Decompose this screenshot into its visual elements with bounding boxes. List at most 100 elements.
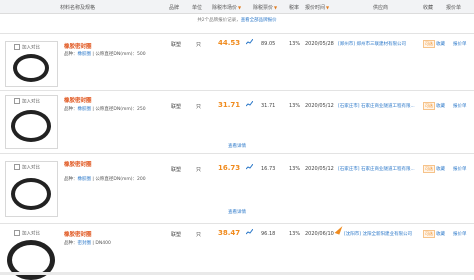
variety-value[interactable]: 橡胶圈	[78, 177, 92, 182]
date-cell: 2020/05/28	[305, 41, 334, 47]
compare-checkbox[interactable]: 加入对比	[14, 44, 40, 51]
trend-chart-icon[interactable]	[246, 229, 253, 235]
compare-label: 加入对比	[22, 231, 40, 237]
trend-chart-icon[interactable]	[246, 101, 253, 107]
variety-label: 品种：	[64, 177, 78, 182]
product-image[interactable]: 加入对比	[5, 227, 58, 280]
tax-rate-cell: 13%	[289, 166, 301, 172]
brand-note: 共2个品牌报价记录，查看全部品牌报价	[0, 17, 474, 27]
trend-chart-icon[interactable]	[246, 39, 253, 45]
view-details-link[interactable]: 查看详情	[0, 143, 474, 149]
col-tax-price-label: 除税票价	[253, 5, 274, 11]
product-image[interactable]: 加入对比	[5, 41, 58, 87]
select-badge[interactable]: 可选	[423, 230, 435, 238]
col-name: 材料名称及规格	[60, 5, 96, 11]
market-price: 31.71	[218, 101, 241, 109]
col-market-price-label: 除税市场价	[212, 5, 238, 11]
col-report: 报价单	[446, 5, 462, 11]
compare-checkbox[interactable]: 加入对比	[14, 98, 40, 105]
tax-price-cell: 31.71	[261, 103, 276, 109]
seal-ring-image	[11, 178, 51, 210]
date-cell: 2020/05/12	[305, 103, 334, 109]
product-name[interactable]: 橡胶密封圈	[64, 42, 92, 50]
quote-sheet-link[interactable]: 报价单	[453, 41, 467, 47]
tax-price-cell: 96.18	[261, 231, 276, 237]
favorite-button[interactable]: 收藏	[436, 103, 445, 109]
tax-rate-cell: 13%	[289, 41, 301, 47]
product-name[interactable]: 橡胶密封圈	[64, 160, 92, 168]
seal-ring-image	[11, 110, 51, 142]
col-date[interactable]: 报价时间▼	[305, 4, 329, 11]
quote-sheet-link[interactable]: 报价单	[453, 231, 467, 237]
quote-sheet-link[interactable]: 报价单	[453, 103, 467, 109]
seal-ring-image	[13, 54, 49, 82]
sort-down-icon[interactable]: ▼	[326, 5, 329, 10]
variety-value[interactable]: 橡胶圈	[78, 107, 92, 112]
col-tax-price[interactable]: 除税票价▼	[253, 4, 277, 11]
favorite-button[interactable]: 收藏	[436, 166, 445, 172]
market-price: 38.47	[218, 229, 241, 237]
trend-chart-icon[interactable]	[246, 164, 253, 170]
table-row: 加入对比 橡胶密封圈 品种：橡胶圈 | 公称直径DN(mm)：200 联塑 只 …	[0, 154, 474, 223]
supplier-link[interactable]: [石家庄市] 石家庄商业隧道工程有限...	[338, 166, 415, 172]
col-market-price[interactable]: 除税市场价▼	[212, 4, 241, 11]
select-badge[interactable]: 可选	[423, 102, 435, 110]
quote-sheet-link[interactable]: 报价单	[453, 166, 467, 172]
product-image[interactable]: 加入对比	[5, 95, 58, 149]
col-supplier: 供应商	[373, 5, 389, 11]
spec-value: 公称直径DN(mm)：500	[95, 52, 146, 57]
unit-cell: 只	[196, 42, 202, 48]
select-badge[interactable]: 可选	[423, 165, 435, 173]
date-cell: 2020/05/12	[305, 166, 334, 172]
spec-value: 公称直径DN(mm)：200	[95, 177, 146, 182]
date-cell: 2020/06/10	[305, 231, 334, 237]
brand-cell: 联塑	[171, 167, 182, 173]
compare-label: 加入对比	[22, 165, 40, 171]
view-details-link[interactable]: 查看详情	[0, 209, 474, 215]
col-fav: 收藏	[423, 5, 434, 11]
brand-cell: 联塑	[171, 232, 182, 238]
tax-price-cell: 16.73	[261, 166, 276, 172]
product-name[interactable]: 橡胶密封圈	[64, 96, 92, 104]
table-row: 加入对比 橡胶密封圈 品种：橡胶圈 | 公称直径DN(mm)：500 联塑 只 …	[0, 34, 474, 90]
view-all-brands-link[interactable]: 查看全部品牌报价	[241, 18, 277, 23]
favorite-button[interactable]: 收藏	[436, 41, 445, 47]
table-row: 加入对比 橡胶密封圈 品种：密封圈 | DN400 联塑 只 38.47 96.…	[0, 224, 474, 280]
table-row: 加入对比 橡胶密封圈 品种：橡胶圈 | 公称直径DN(mm)：250 联塑 只 …	[0, 91, 474, 153]
supplier-link[interactable]: [石家庄市] 石家庄商业隧道工程有限...	[338, 103, 415, 109]
variety-label: 品种：	[64, 107, 78, 112]
favorite-button[interactable]: 收藏	[436, 231, 445, 237]
col-tax-rate: 税率	[289, 5, 300, 11]
select-badge[interactable]: 可选	[423, 40, 435, 48]
tax-rate-cell: 13%	[289, 103, 301, 109]
spec-value: 公称直径DN(mm)：250	[95, 107, 146, 112]
flag-icon	[334, 224, 343, 235]
brand-note-text: 共2个品牌报价记录，	[197, 18, 241, 23]
variety-value[interactable]: 橡胶圈	[78, 52, 92, 57]
product-spec: 品种：密封圈 | DN400	[64, 241, 111, 246]
compare-label: 加入对比	[22, 99, 40, 105]
unit-cell: 只	[196, 167, 202, 173]
supplier-link[interactable]: [沈阳市] 沈阳全新阳建业有限公司	[344, 231, 412, 237]
col-unit: 单位	[192, 5, 203, 11]
tax-rate-cell: 13%	[289, 231, 301, 237]
market-price: 16.73	[218, 164, 241, 172]
compare-checkbox[interactable]: 加入对比	[14, 230, 40, 237]
variety-label: 品种：	[64, 52, 78, 57]
unit-cell: 只	[196, 232, 202, 238]
sort-down-icon[interactable]: ▼	[274, 5, 277, 10]
unit-cell: 只	[196, 104, 202, 110]
product-spec: 品种：橡胶圈 | 公称直径DN(mm)：200	[64, 177, 146, 182]
variety-label: 品种：	[64, 241, 78, 246]
compare-checkbox[interactable]: 加入对比	[14, 164, 40, 171]
table-header: 材料名称及规格 品牌 单位 除税市场价▼ 除税票价▼ 税率 报价时间▼ 供应商 …	[0, 0, 474, 14]
product-name[interactable]: 橡胶密封圈	[64, 230, 92, 238]
col-brand: 品牌	[169, 5, 180, 11]
supplier-link[interactable]: [郑州市] 郑州市三联建材有限公司	[338, 41, 406, 47]
tax-price-cell: 89.05	[261, 41, 276, 47]
brand-cell: 联塑	[171, 42, 182, 48]
sort-down-icon[interactable]: ▼	[238, 5, 241, 10]
variety-value[interactable]: 密封圈	[78, 241, 92, 246]
spec-value: DN400	[95, 241, 111, 246]
market-price: 44.53	[218, 39, 241, 47]
